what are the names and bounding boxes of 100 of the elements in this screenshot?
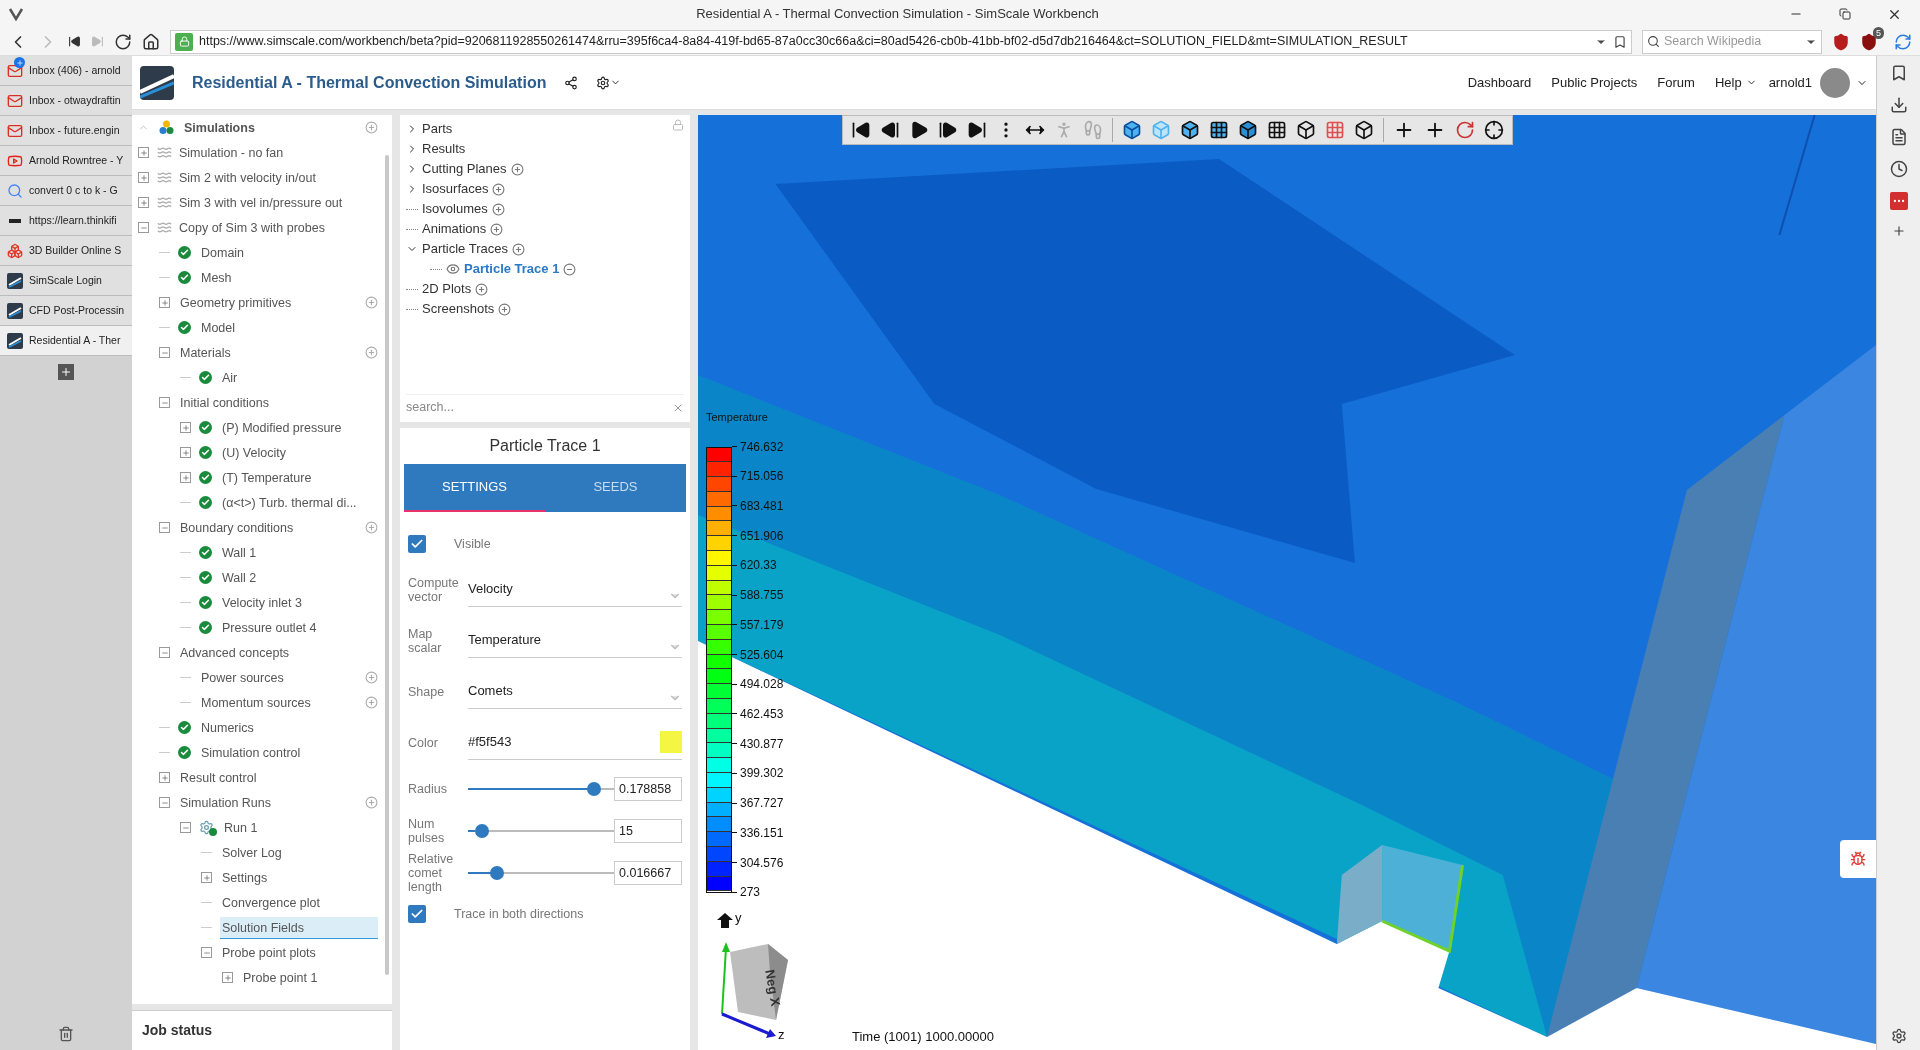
tree-item[interactable]: (U) Velocity — [220, 441, 378, 464]
select-field[interactable]: Temperature — [468, 623, 682, 658]
browser-tab[interactable]: SimScale Login — [0, 266, 132, 296]
add-icon[interactable] — [510, 162, 524, 176]
number-input[interactable]: 0.178858 — [614, 777, 682, 801]
result-item[interactable]: 2D Plots — [422, 279, 472, 299]
select-field[interactable]: Comets — [468, 674, 682, 709]
add-icon[interactable] — [365, 696, 378, 709]
first-page-icon[interactable] — [68, 35, 81, 48]
add-icon[interactable] — [475, 282, 489, 296]
remove-icon[interactable] — [563, 262, 577, 276]
add-icon[interactable] — [512, 242, 525, 256]
result-item[interactable]: Animations — [422, 219, 487, 239]
cube-icon[interactable] — [1122, 120, 1142, 140]
tree-item[interactable]: Run 1 — [222, 816, 378, 839]
tree-item[interactable]: Momentum sources — [199, 691, 361, 714]
collapse-button[interactable] — [159, 522, 170, 533]
add-icon[interactable] — [492, 182, 506, 196]
collapse-button[interactable] — [180, 822, 191, 833]
add-icon[interactable] — [365, 296, 378, 309]
add-icon[interactable] — [490, 222, 504, 236]
add-icon[interactable] — [365, 521, 378, 534]
checkbox[interactable] — [408, 905, 426, 923]
browser-tab[interactable]: CFD Post-Processin — [0, 296, 132, 326]
tree-item[interactable]: Simulation control — [199, 741, 378, 764]
nav-link[interactable]: Help — [1714, 72, 1757, 93]
sync-icon[interactable] — [1894, 32, 1912, 51]
search-field[interactable]: search... — [406, 398, 672, 417]
step-back-icon[interactable] — [880, 120, 900, 140]
tree-item[interactable]: Solution Fields — [220, 916, 378, 939]
slider[interactable] — [468, 782, 614, 796]
browser-tab[interactable]: https://learn.thinkifi — [0, 206, 132, 236]
add-icon[interactable] — [491, 202, 505, 216]
tree-item[interactable]: (P) Modified pressure — [220, 416, 378, 439]
scrollbar[interactable] — [385, 155, 389, 975]
expand-button[interactable] — [159, 297, 170, 308]
tree-item[interactable]: Domain — [199, 241, 378, 264]
tree-item[interactable]: Solver Log — [220, 841, 378, 864]
color-field[interactable]: #f5f543 — [468, 725, 682, 760]
checkbox[interactable] — [408, 535, 426, 553]
tree-item[interactable]: Velocity inlet 3 — [220, 591, 378, 614]
number-input[interactable]: 0.016667 — [614, 861, 682, 885]
bookmark-icon[interactable] — [1613, 34, 1627, 49]
tab[interactable]: SETTINGS — [404, 464, 545, 512]
tree-item[interactable]: Power sources — [199, 666, 361, 689]
tree-item[interactable]: Sim 3 with vel in/pressure out — [177, 191, 378, 214]
new-tab-button[interactable] — [58, 364, 74, 380]
home-icon[interactable] — [142, 32, 160, 51]
tree-item[interactable]: Wall 2 — [220, 566, 378, 589]
app-logo-icon[interactable] — [140, 65, 174, 100]
add-panel-icon[interactable] — [1891, 224, 1906, 238]
tree-item[interactable]: Convergence plot — [220, 891, 378, 914]
tree-item[interactable]: Wall 1 — [220, 541, 378, 564]
result-item[interactable]: Screenshots — [422, 299, 495, 319]
step-forward-icon[interactable] — [938, 120, 958, 140]
restore-icon[interactable] — [1839, 8, 1851, 20]
nav-link[interactable]: Forum — [1657, 72, 1695, 93]
collapse-button[interactable] — [138, 222, 149, 233]
download-icon[interactable] — [1889, 96, 1908, 114]
tree-item[interactable]: Probe point plots — [220, 941, 378, 964]
tree-item[interactable]: Model — [199, 316, 378, 339]
tree-item[interactable]: Advanced concepts — [178, 641, 378, 664]
user-name[interactable]: arnold1 — [1768, 72, 1812, 93]
expand-button[interactable] — [180, 447, 191, 458]
play-icon[interactable] — [909, 120, 929, 140]
browser-tab[interactable]: Arnold Rowntree - Y — [0, 146, 132, 176]
result-item[interactable]: Isovolumes — [422, 199, 488, 219]
tree-item[interactable]: Copy of Sim 3 with probes — [177, 216, 378, 239]
search-input[interactable]: Search Wikipedia — [1664, 32, 1801, 51]
settings-icon[interactable] — [1890, 1028, 1907, 1044]
nav-link[interactable]: Public Projects — [1551, 72, 1638, 93]
result-item[interactable]: Particle Traces — [422, 239, 508, 259]
slider[interactable] — [468, 824, 614, 838]
expand-button[interactable] — [138, 172, 149, 183]
search-field[interactable]: Search Wikipedia — [1642, 29, 1822, 54]
skip-back-icon[interactable] — [851, 120, 871, 140]
tree-item[interactable]: Simulation Runs — [178, 791, 361, 814]
reload-icon[interactable] — [114, 32, 132, 51]
skip-forward-icon[interactable] — [967, 120, 987, 140]
crosshair-icon[interactable] — [1484, 120, 1504, 140]
grid-icon[interactable] — [1209, 120, 1229, 140]
tree-item[interactable]: Mesh — [199, 266, 378, 289]
add-icon[interactable] — [365, 671, 378, 684]
grid-icon[interactable] — [1267, 120, 1287, 140]
3d-viewport[interactable]: Temperature 746.632 715.056 683.481 651.906 620.33 588.755 557.179 525.604 494.028 462.453 430.877 399.302 367.727 336.151 304.576 273 y z Neg X Time (1001) 1000.00000 — [698, 115, 1876, 1050]
avatar-icon[interactable] — [1820, 67, 1850, 98]
browser-tab[interactable]: Inbox - otwaydraftin — [0, 86, 132, 116]
result-item[interactable]: Particle Trace 1 — [464, 259, 560, 279]
dots-extension-icon[interactable] — [1889, 192, 1908, 210]
cube-icon[interactable] — [1238, 120, 1258, 140]
tree-item[interactable]: Materials — [178, 341, 361, 364]
collapse-button[interactable] — [159, 647, 170, 658]
eye-icon[interactable] — [446, 262, 460, 276]
slider[interactable] — [468, 866, 614, 880]
tree-item[interactable]: (α<t>) Turb. thermal di... — [220, 491, 378, 514]
expand-button[interactable] — [180, 472, 191, 483]
slider-thumb[interactable] — [474, 824, 489, 838]
tree-item[interactable]: Simulation - no fan — [177, 141, 378, 164]
browser-tab[interactable]: Inbox - future.engin — [0, 116, 132, 146]
trash-icon[interactable] — [58, 1026, 74, 1042]
